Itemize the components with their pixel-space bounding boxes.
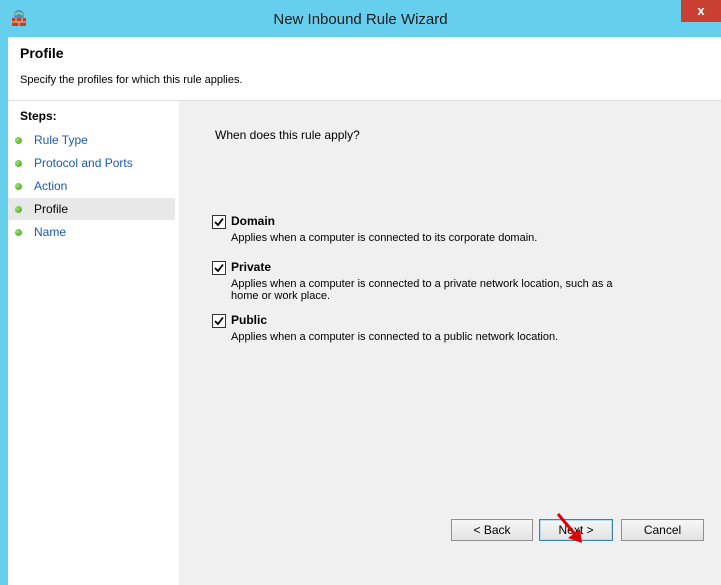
step-protocol-and-ports[interactable]: Protocol and Ports [8,152,175,174]
public-description: Applies when a computer is connected to … [231,331,559,343]
step-current-icon [15,206,22,213]
steps-panel: Steps: Rule Type Protocol and Ports Acti… [8,101,179,585]
main-panel: When does this rule apply? Domain Applie… [179,101,721,585]
step-rule-type[interactable]: Rule Type [8,129,175,151]
wizard-header: Profile Specify the profiles for which t… [8,37,721,101]
wizard-window: New Inbound Rule Wizard x Profile Specif… [0,0,721,585]
step-complete-icon [15,160,22,167]
step-label: Profile [34,202,69,216]
domain-label: Domain [231,214,276,228]
page-title: Profile [20,45,64,61]
private-checkbox[interactable] [212,261,226,275]
page-subtitle: Specify the profiles for which this rule… [20,74,243,86]
step-action[interactable]: Action [8,175,175,197]
step-pending-icon [15,229,22,236]
step-complete-icon [15,183,22,190]
private-description: Applies when a computer is connected to … [231,278,613,302]
cancel-button[interactable]: Cancel [621,519,704,541]
title-bar[interactable]: New Inbound Rule Wizard x [0,0,721,37]
step-profile[interactable]: Profile [8,198,175,220]
domain-checkbox[interactable] [212,215,226,229]
back-button[interactable]: < Back [451,519,533,541]
step-name[interactable]: Name [8,221,175,243]
step-complete-icon [15,137,22,144]
private-label: Private [231,260,272,274]
annotation-arrow-icon [556,513,582,543]
checkmark-icon [214,217,224,227]
checkmark-icon [214,316,224,326]
public-checkbox[interactable] [212,314,226,328]
steps-heading: Steps: [20,109,57,123]
step-label: Action [34,179,68,193]
window-title: New Inbound Rule Wizard [273,11,448,28]
close-button[interactable]: x [681,0,721,22]
step-label: Protocol and Ports [34,156,133,170]
wizard-content: Profile Specify the profiles for which t… [8,37,721,585]
domain-description: Applies when a computer is connected to … [231,232,538,244]
checkmark-icon [214,263,224,273]
step-label: Name [34,225,67,239]
public-label: Public [231,313,268,327]
step-label: Rule Type [34,133,88,147]
question-text: When does this rule apply? [215,128,360,142]
